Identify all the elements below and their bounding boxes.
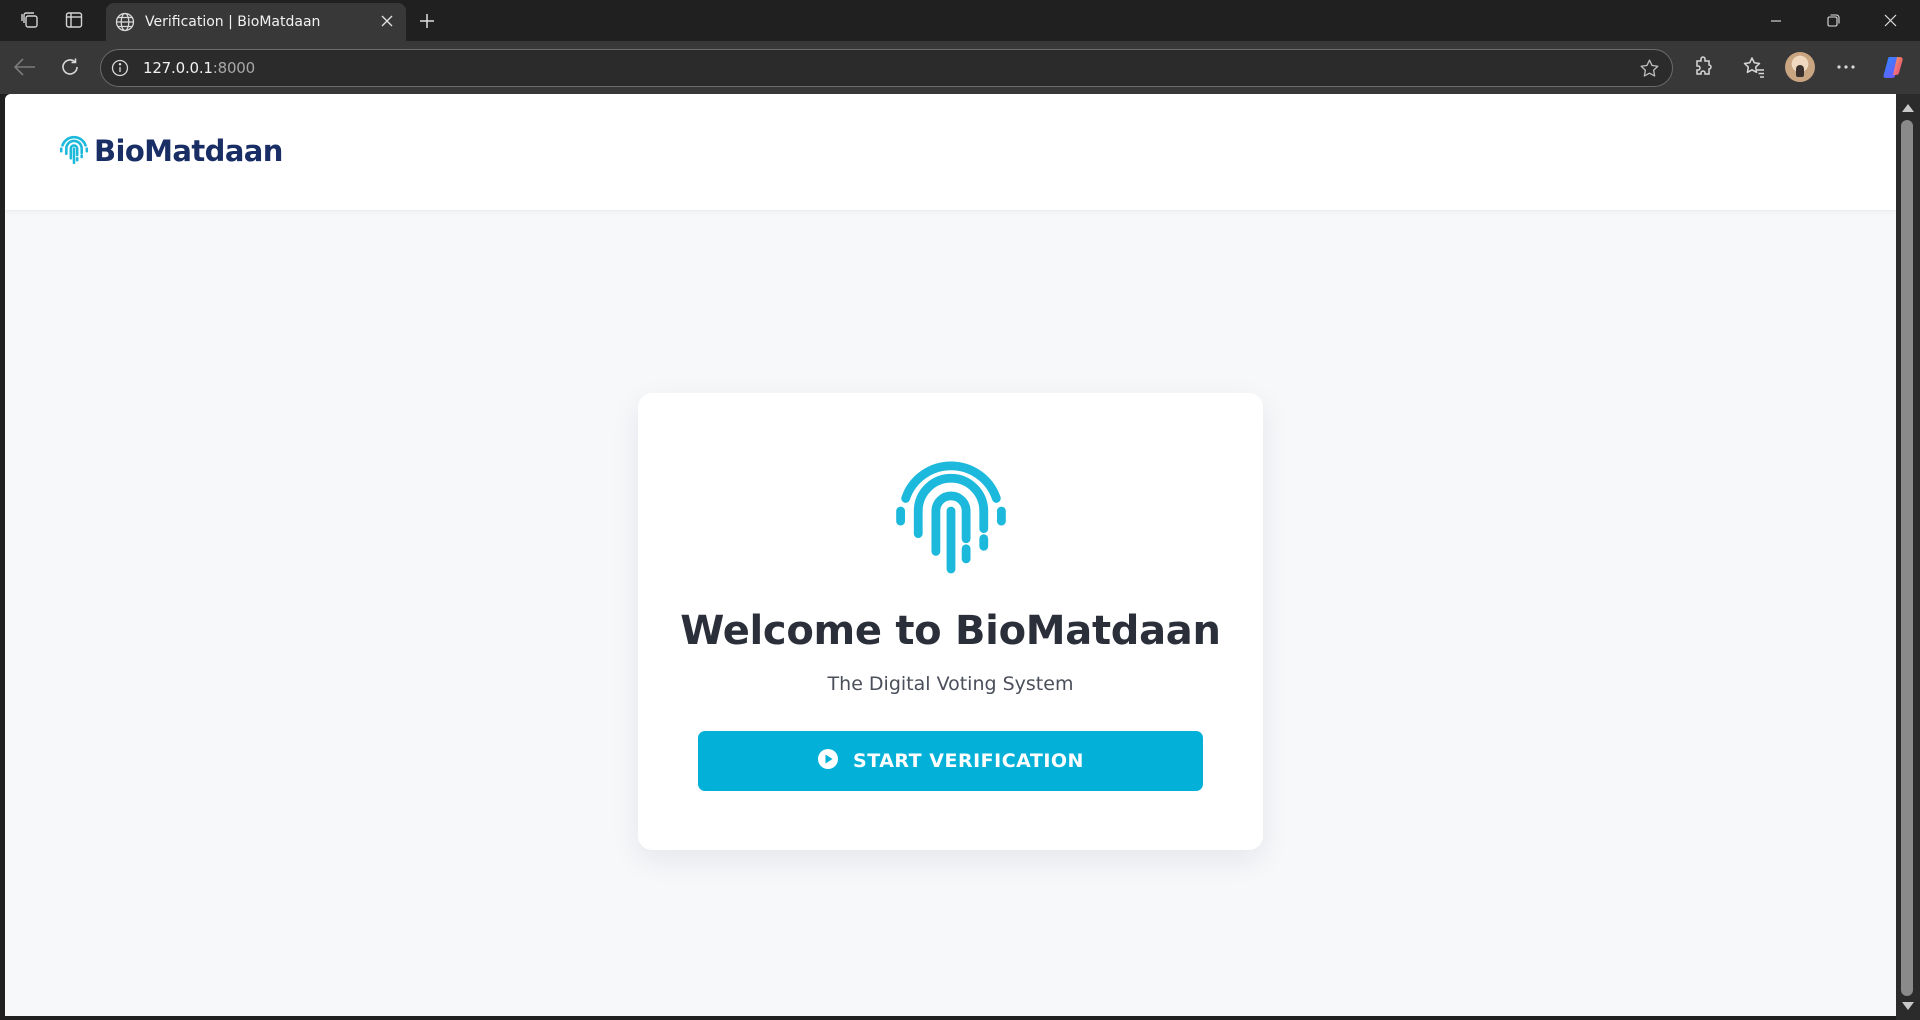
- new-tab-icon[interactable]: [412, 6, 442, 36]
- browser-titlebar: Verification | BioMatdaan: [0, 0, 1920, 41]
- window-bottom-edge: [0, 1016, 1896, 1020]
- page-viewport: BioMatdaan Welcome to BioMatdaan The Dig…: [5, 94, 1896, 1016]
- restore-icon[interactable]: [1805, 0, 1861, 41]
- welcome-heading: Welcome to BioMatdaan: [680, 608, 1221, 654]
- favorite-star-icon[interactable]: [1639, 58, 1660, 84]
- url-text: 127.0.0.1:8000: [143, 59, 255, 77]
- scroll-down-arrow-icon[interactable]: [1902, 1002, 1914, 1010]
- scroll-up-arrow-icon[interactable]: [1902, 104, 1914, 112]
- url-port: :8000: [212, 59, 255, 77]
- welcome-card: Welcome to BioMatdaan The Digital Voting…: [638, 393, 1263, 850]
- active-tab[interactable]: Verification | BioMatdaan: [106, 3, 406, 41]
- info-icon[interactable]: [111, 59, 129, 82]
- url-host: 127.0.0.1: [143, 59, 213, 77]
- scroll-thumb[interactable]: [1901, 120, 1913, 996]
- tab-title: Verification | BioMatdaan: [145, 14, 321, 30]
- globe-icon: [114, 11, 136, 38]
- copilot-icon[interactable]: [1877, 51, 1909, 83]
- brand-name: BioMatdaan: [94, 133, 283, 168]
- profile-avatar[interactable]: [1785, 52, 1815, 82]
- site-header: BioMatdaan: [5, 94, 1896, 211]
- back-arrow-icon[interactable]: [8, 50, 42, 84]
- minimize-icon[interactable]: [1748, 0, 1804, 41]
- workspaces-icon[interactable]: [14, 6, 46, 34]
- start-verification-label: START VERIFICATION: [853, 750, 1084, 772]
- fingerprint-icon: [58, 132, 90, 169]
- close-window-icon[interactable]: [1862, 0, 1918, 41]
- page-scrollbar[interactable]: [1896, 94, 1920, 1020]
- address-bar[interactable]: 127.0.0.1:8000: [100, 49, 1673, 87]
- tagline: The Digital Voting System: [827, 673, 1074, 695]
- favorites-icon[interactable]: [1738, 51, 1770, 83]
- close-tab-icon[interactable]: [376, 10, 398, 32]
- browser-toolbar: 127.0.0.1:8000: [0, 41, 1920, 94]
- extensions-icon[interactable]: [1688, 51, 1720, 83]
- start-verification-button[interactable]: START VERIFICATION: [698, 731, 1203, 791]
- more-options-icon[interactable]: [1830, 51, 1862, 83]
- reload-icon[interactable]: [53, 50, 87, 84]
- fingerprint-icon: [888, 448, 1014, 579]
- brand-logo[interactable]: BioMatdaan: [58, 132, 283, 169]
- play-circle-icon: [817, 748, 839, 775]
- vertical-tabs-icon[interactable]: [58, 6, 90, 34]
